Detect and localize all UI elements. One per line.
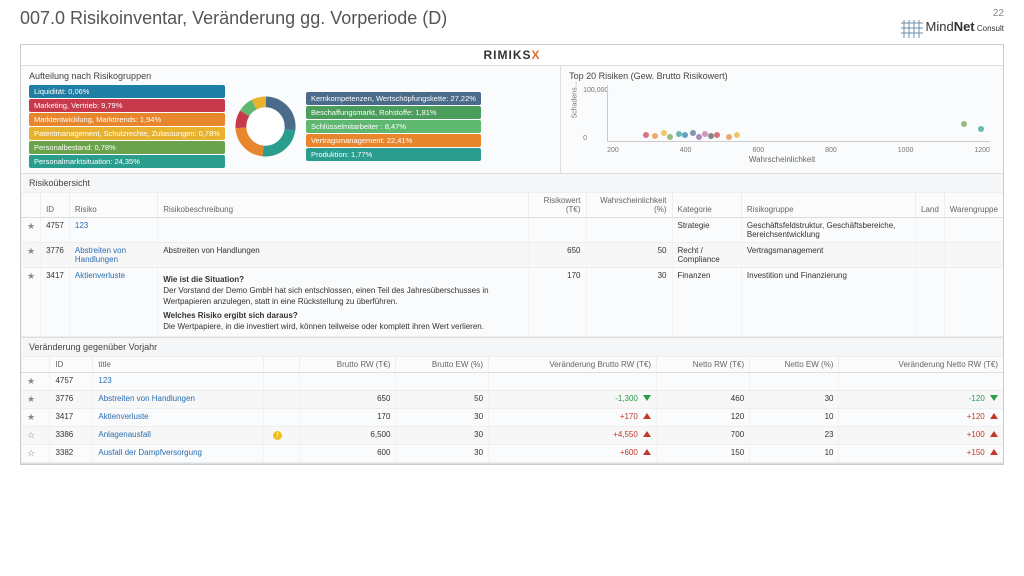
risk-group-tag[interactable]: Produktion: 1,77% bbox=[306, 148, 481, 161]
risk-link[interactable]: 123 bbox=[98, 376, 111, 385]
warning-icon: ! bbox=[273, 431, 282, 440]
risk-group-tag[interactable]: Liquidität: 0,06% bbox=[29, 85, 225, 98]
star-icon[interactable]: ☆ bbox=[27, 430, 35, 440]
risk-link[interactable]: Aktienverluste bbox=[75, 271, 125, 280]
table-row[interactable]: ☆3386Anlagenausfall!6,50030+4,550 70023+… bbox=[22, 426, 1004, 444]
scatter-chart[interactable]: 100,000 0 Schadens... 200400600800100012… bbox=[569, 85, 995, 160]
up-icon bbox=[990, 431, 998, 437]
risk-group-tag[interactable]: Personalmarktsituation: 24,35% bbox=[29, 155, 225, 168]
scatter-point[interactable] bbox=[676, 131, 682, 137]
risk-group-tag[interactable]: Vertragsmanagement: 22,41% bbox=[306, 134, 481, 147]
table-row[interactable]: ★4757123 bbox=[22, 372, 1004, 390]
star-icon[interactable]: ★ bbox=[27, 221, 35, 231]
section-overview: Risikoübersicht IDRisikoRisikobeschreibu… bbox=[21, 174, 1003, 338]
panel-top-risks: Top 20 Risiken (Gew. Brutto Risikowert) … bbox=[561, 66, 1003, 173]
panel-risk-groups: Aufteilung nach Risikogruppen Liquidität… bbox=[21, 66, 561, 173]
section-title: Risikoübersicht bbox=[21, 174, 1003, 193]
scatter-point[interactable] bbox=[682, 132, 688, 138]
scatter-point[interactable] bbox=[734, 132, 740, 138]
section-title: Veränderung gegenüber Vorjahr bbox=[21, 338, 1003, 357]
up-icon bbox=[990, 449, 998, 455]
down-icon bbox=[990, 395, 998, 401]
scatter-point[interactable] bbox=[643, 132, 649, 138]
risk-group-tag[interactable]: Kernkompetenzen, Wertschöpfungskette: 27… bbox=[306, 92, 481, 105]
risk-link[interactable]: Aktienverluste bbox=[98, 412, 148, 421]
up-icon bbox=[990, 413, 998, 419]
risk-link[interactable]: Abstreiten von Handlungen bbox=[98, 394, 195, 403]
change-table: IDtitleBrutto RW (T€)Brutto EW (%)Veränd… bbox=[21, 357, 1003, 463]
table-row[interactable]: ★3417AktienverlusteWie ist die Situation… bbox=[22, 267, 1004, 336]
risk-group-tag[interactable]: Marktentwicklung, Markttrends: 1,94% bbox=[29, 113, 225, 126]
brand-bar: RIMIKSX bbox=[21, 45, 1003, 66]
up-icon bbox=[643, 413, 651, 419]
risk-group-tag[interactable]: Schlüsselmitarbeiter : 8,47% bbox=[306, 120, 481, 133]
scatter-point[interactable] bbox=[961, 121, 967, 127]
risk-link[interactable]: 123 bbox=[75, 221, 88, 230]
risk-link[interactable]: Ausfall der Dampfversorgung bbox=[98, 448, 202, 457]
table-row[interactable]: ★3776Abstreiten von Handlungen65050-1,30… bbox=[22, 390, 1004, 408]
star-icon[interactable]: ★ bbox=[27, 376, 35, 386]
star-icon[interactable]: ★ bbox=[27, 271, 35, 281]
up-icon bbox=[643, 431, 651, 437]
risk-link[interactable]: Abstreiten von Handlungen bbox=[75, 246, 126, 264]
star-icon[interactable]: ☆ bbox=[27, 448, 35, 458]
page-title: 007.0 Risikoinventar, Veränderung gg. Vo… bbox=[20, 8, 447, 29]
overview-table: IDRisikoRisikobeschreibungRisikowert (T€… bbox=[21, 193, 1003, 337]
star-icon[interactable]: ★ bbox=[27, 412, 35, 422]
scatter-point[interactable] bbox=[652, 133, 658, 139]
scatter-point[interactable] bbox=[714, 132, 720, 138]
table-row[interactable]: ★4757123StrategieGeschäftsfeldstruktur, … bbox=[22, 217, 1004, 242]
logo-block: 22 MindNet Consult bbox=[901, 8, 1004, 38]
risk-group-tag[interactable]: Marketing, Vertrieb: 9,79% bbox=[29, 99, 225, 112]
risk-group-tag[interactable]: Beschaffungsmarkt, Rohstoffe: 1,81% bbox=[306, 106, 481, 119]
dashboard: RIMIKSX Aufteilung nach Risikogruppen Li… bbox=[20, 44, 1004, 465]
star-icon[interactable]: ★ bbox=[27, 394, 35, 404]
down-icon bbox=[643, 395, 651, 401]
scatter-point[interactable] bbox=[978, 126, 984, 132]
risk-group-tag[interactable]: Personalbestand: 0,78% bbox=[29, 141, 225, 154]
table-row[interactable]: ☆3382Ausfall der Dampfversorgung60030+60… bbox=[22, 444, 1004, 462]
scatter-point[interactable] bbox=[661, 130, 667, 136]
donut-chart[interactable] bbox=[233, 94, 298, 159]
panel-title: Top 20 Risiken (Gew. Brutto Risikowert) bbox=[569, 71, 995, 81]
panel-title: Aufteilung nach Risikogruppen bbox=[29, 71, 552, 81]
logo-grid-icon bbox=[901, 20, 923, 38]
table-row[interactable]: ★3776Abstreiten von HandlungenAbstreiten… bbox=[22, 242, 1004, 267]
risk-group-tag[interactable]: Patentmanagement, Schutzrechte, Zulassun… bbox=[29, 127, 225, 140]
table-row[interactable]: ★3417Aktienverluste17030+170 12010+120 bbox=[22, 408, 1004, 426]
page-number: 22 bbox=[901, 8, 1004, 19]
up-icon bbox=[643, 449, 651, 455]
risk-link[interactable]: Anlagenausfall bbox=[98, 430, 150, 439]
star-icon[interactable]: ★ bbox=[27, 246, 35, 256]
scatter-point[interactable] bbox=[667, 134, 673, 140]
section-change: Veränderung gegenüber Vorjahr IDtitleBru… bbox=[21, 338, 1003, 464]
scatter-point[interactable] bbox=[726, 134, 732, 140]
